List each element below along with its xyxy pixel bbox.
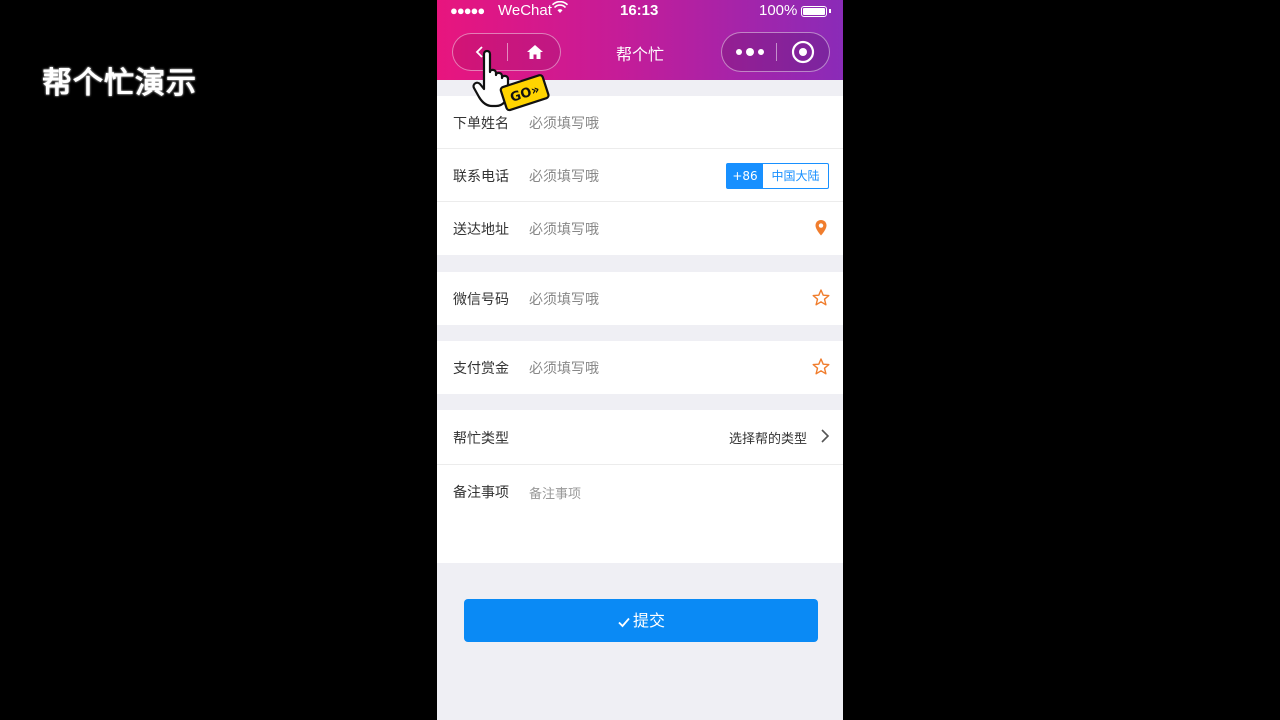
- wifi-icon: [551, 0, 569, 18]
- country-code-selector[interactable]: +86 中国大陆: [726, 163, 829, 189]
- phone-input[interactable]: 必须填写哦: [529, 166, 599, 186]
- type-label: 帮忙类型: [453, 431, 509, 447]
- country-region: 中国大陆: [771, 169, 820, 183]
- reward-group: 支付赏金 必须填写哦: [437, 341, 843, 394]
- detail-group: 帮忙类型 选择帮的类型 备注事项 备注事项: [437, 410, 843, 563]
- type-picker[interactable]: 选择帮的类型: [729, 428, 807, 447]
- notes-row[interactable]: 备注事项 备注事项: [437, 465, 843, 563]
- phone-label: 联系电话: [453, 169, 509, 185]
- phone-row[interactable]: 联系电话 必须填写哦 +86 中国大陆: [437, 149, 843, 202]
- address-row[interactable]: 送达地址 必须填写哦: [437, 202, 843, 255]
- clock: 16:13: [620, 2, 659, 19]
- target-circle-icon: [791, 40, 815, 64]
- country-code: +86: [727, 164, 763, 188]
- wechat-row[interactable]: 微信号码 必须填写哦: [437, 272, 843, 325]
- star-icon: [812, 289, 830, 306]
- notes-textarea[interactable]: 备注事项: [529, 483, 581, 502]
- status-bar: ●●●●● WeChat 16:13 100%: [437, 0, 843, 24]
- close-button[interactable]: [777, 33, 830, 71]
- address-input[interactable]: 必须填写哦: [529, 219, 599, 239]
- carrier-label: WeChat: [498, 2, 552, 19]
- battery-icon: [801, 6, 831, 17]
- reward-input[interactable]: 必须填写哦: [529, 358, 599, 378]
- type-row[interactable]: 帮忙类型 选择帮的类型: [437, 410, 843, 465]
- signal-icon: ●●●●●: [450, 3, 485, 18]
- chevron-right-icon: [821, 429, 830, 443]
- wechat-input[interactable]: 必须填写哦: [529, 289, 599, 309]
- submit-label: 提交: [632, 611, 665, 630]
- address-label: 送达地址: [453, 222, 509, 238]
- more-dots-icon: [736, 48, 764, 56]
- more-button[interactable]: [722, 33, 776, 71]
- wechat-group: 微信号码 必须填写哦: [437, 272, 843, 325]
- pointer-hand-icon: GO»: [472, 49, 550, 112]
- check-icon: [618, 617, 630, 627]
- star-icon: [812, 358, 830, 375]
- reward-row[interactable]: 支付赏金 必须填写哦: [437, 341, 843, 394]
- demo-title: 帮个忙演示: [42, 66, 197, 101]
- location-pin-icon[interactable]: [811, 218, 831, 238]
- menu-capsule: [721, 32, 830, 72]
- wechat-label: 微信号码: [453, 292, 509, 308]
- reward-label: 支付赏金: [453, 361, 509, 377]
- submit-button[interactable]: 提交: [464, 599, 818, 642]
- notes-label: 备注事项: [453, 485, 509, 501]
- battery-percent: 100%: [759, 2, 798, 19]
